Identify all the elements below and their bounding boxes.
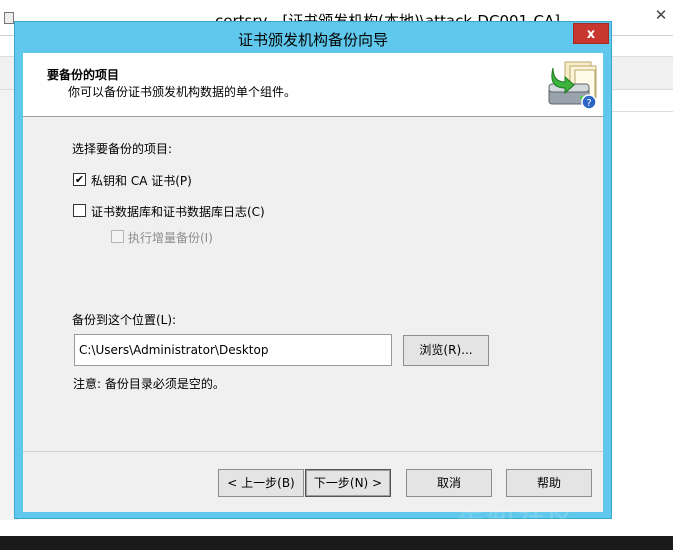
backup-wizard-icon: ?	[548, 61, 597, 110]
background-detail-pane	[612, 90, 673, 112]
option-private-key-checkbox[interactable]: ✔	[73, 173, 86, 186]
option-database-label[interactable]: 证书数据库和证书数据库日志(C)	[91, 203, 265, 220]
browse-button[interactable]: 浏览(R)...	[403, 335, 489, 366]
background-close-icon[interactable]: ✕	[649, 4, 673, 26]
wizard-header-subtitle: 你可以备份证书颁发机构数据的单个组件。	[68, 85, 297, 99]
cancel-button[interactable]: 取消	[406, 469, 492, 497]
taskbar-strip	[0, 536, 673, 550]
backup-wizard-dialog: 证书颁发机构备份向导 x 要备份的项目 你可以备份证书颁发机构数据的单个组件。 …	[14, 21, 612, 519]
svg-text:?: ?	[586, 98, 591, 109]
dialog-close-button[interactable]: x	[573, 23, 609, 44]
next-button[interactable]: 下一步(N) >	[305, 469, 391, 497]
dialog-title: 证书颁发机构备份向导	[237, 31, 388, 49]
watermark-text: 先知社区	[458, 506, 579, 536]
wizard-header: 要备份的项目 你可以备份证书颁发机构数据的单个组件。 ?	[23, 53, 603, 117]
option-incremental-label: 执行增量备份(I)	[128, 231, 213, 245]
note-text: 注意: 备份目录必须是空的。	[73, 377, 225, 391]
option-database-checkbox[interactable]	[73, 204, 86, 217]
option-incremental-checkbox	[111, 230, 124, 243]
location-label: 备份到这个位置(L):	[72, 313, 177, 327]
wizard-header-title: 要备份的项目	[47, 68, 120, 82]
dialog-client-area: 要备份的项目 你可以备份证书颁发机构数据的单个组件。 ? 选择要备份的项目: ✔…	[23, 53, 603, 512]
items-label: 选择要备份的项目:	[72, 142, 173, 156]
back-button[interactable]: < 上一步(B)	[218, 469, 304, 497]
backup-location-input[interactable]	[74, 334, 392, 366]
dialog-titlebar[interactable]: 证书颁发机构备份向导 x	[15, 22, 611, 53]
app-icon	[4, 12, 14, 24]
option-private-key-label[interactable]: 私钥和 CA 证书(P)	[91, 172, 192, 189]
footer-separator	[23, 451, 603, 452]
help-button[interactable]: 帮助	[506, 469, 592, 497]
